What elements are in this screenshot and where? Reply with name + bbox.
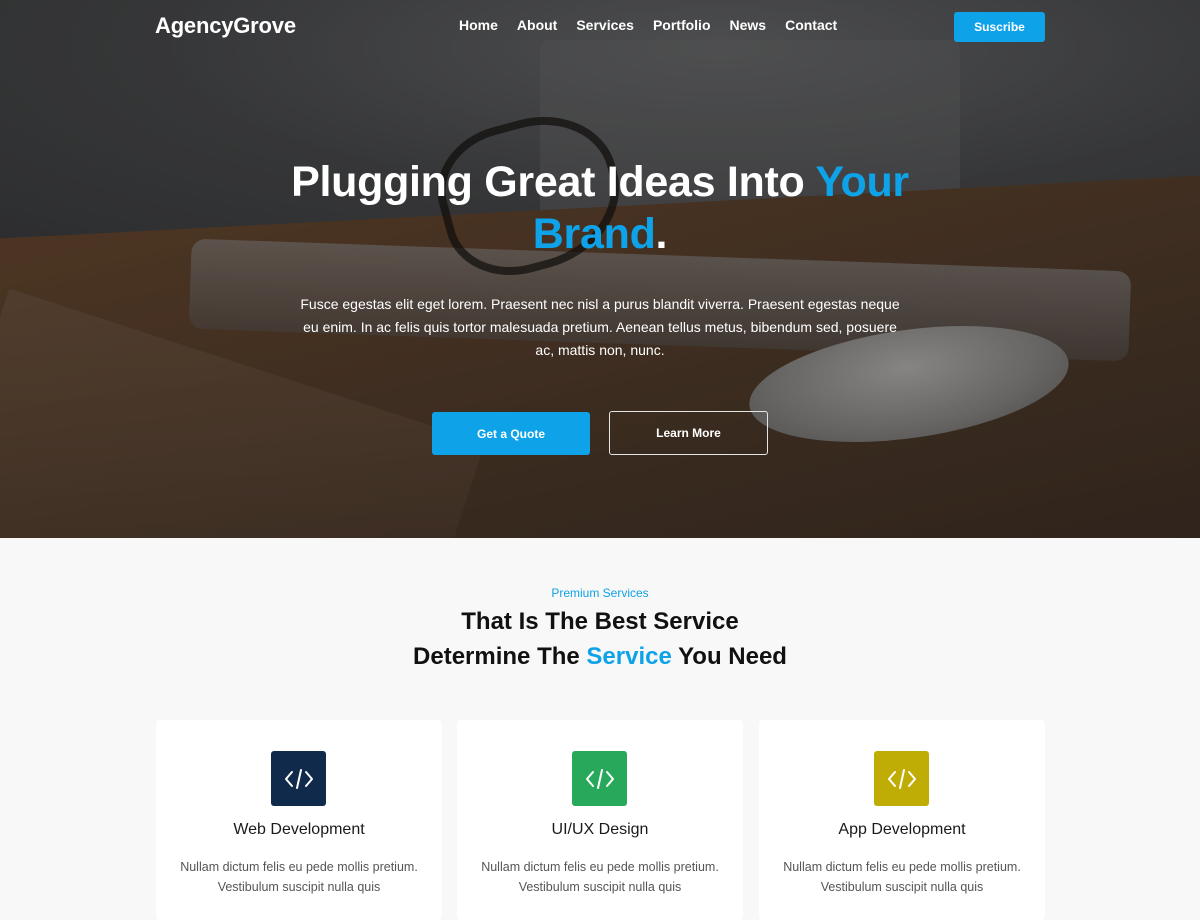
services-title-line2-post: You Need: [671, 643, 787, 670]
service-card-description: Nullam dictum felis eu pede mollis preti…: [783, 860, 1021, 894]
main-menu: Home About Services Portfolio News Conta…: [459, 17, 856, 33]
nav-link-portfolio[interactable]: Portfolio: [653, 17, 711, 33]
services-title-line2-pre: Determine The: [413, 643, 587, 670]
services-title: That Is The Best Service Determine The Se…: [0, 604, 1200, 674]
hero-title-accent-your: Your: [815, 158, 909, 206]
get-a-quote-button[interactable]: Get a Quote: [432, 412, 590, 455]
site-logo[interactable]: AgencyGrove: [155, 13, 296, 39]
nav-link-services[interactable]: Services: [576, 17, 634, 33]
hero-overlay: [0, 0, 1200, 538]
hero-title-text: Plugging Great Ideas Into: [291, 158, 816, 206]
nav-link-contact[interactable]: Contact: [785, 17, 837, 33]
top-navigation: AgencyGrove Home About Services Portfoli…: [0, 0, 1200, 54]
hero-title-period: .: [655, 210, 668, 258]
service-card-title: Web Development: [233, 821, 365, 838]
nav-link-about[interactable]: About: [517, 17, 557, 33]
learn-more-button[interactable]: Learn More: [609, 411, 768, 455]
service-card-app-development[interactable]: App Development Nullam dictum felis eu p…: [759, 720, 1045, 920]
hero-title: Plugging Great Ideas Into Your Brand.: [250, 156, 950, 260]
service-card-web-development[interactable]: Web Development Nullam dictum felis eu p…: [156, 720, 442, 920]
service-card-ui-ux-design[interactable]: UI/UX Design Nullam dictum felis eu pede…: [457, 720, 743, 920]
nav-link-news[interactable]: News: [730, 17, 767, 33]
hero-title-accent-brand: Brand: [532, 210, 656, 258]
hero-description: Fusce egestas elit eget lorem. Praesent …: [300, 296, 900, 358]
service-card-title: UI/UX Design: [551, 821, 649, 838]
service-card-description: Nullam dictum felis eu pede mollis preti…: [180, 860, 418, 894]
service-card-title: App Development: [838, 821, 966, 838]
code-icon: [874, 751, 929, 806]
code-icon: [572, 751, 627, 806]
hero-section: AgencyGrove Home About Services Portfoli…: [0, 0, 1200, 538]
subscribe-button[interactable]: Suscribe: [954, 12, 1045, 42]
service-card-description: Nullam dictum felis eu pede mollis preti…: [481, 860, 719, 894]
services-title-line1: That Is The Best Service: [461, 608, 739, 635]
services-eyebrow: Premium Services: [551, 586, 649, 600]
code-icon: [271, 751, 326, 806]
services-title-line2-accent: Service: [586, 643, 672, 670]
services-section: Premium Services That Is The Best Servic…: [0, 538, 1200, 920]
nav-link-home[interactable]: Home: [459, 17, 498, 33]
